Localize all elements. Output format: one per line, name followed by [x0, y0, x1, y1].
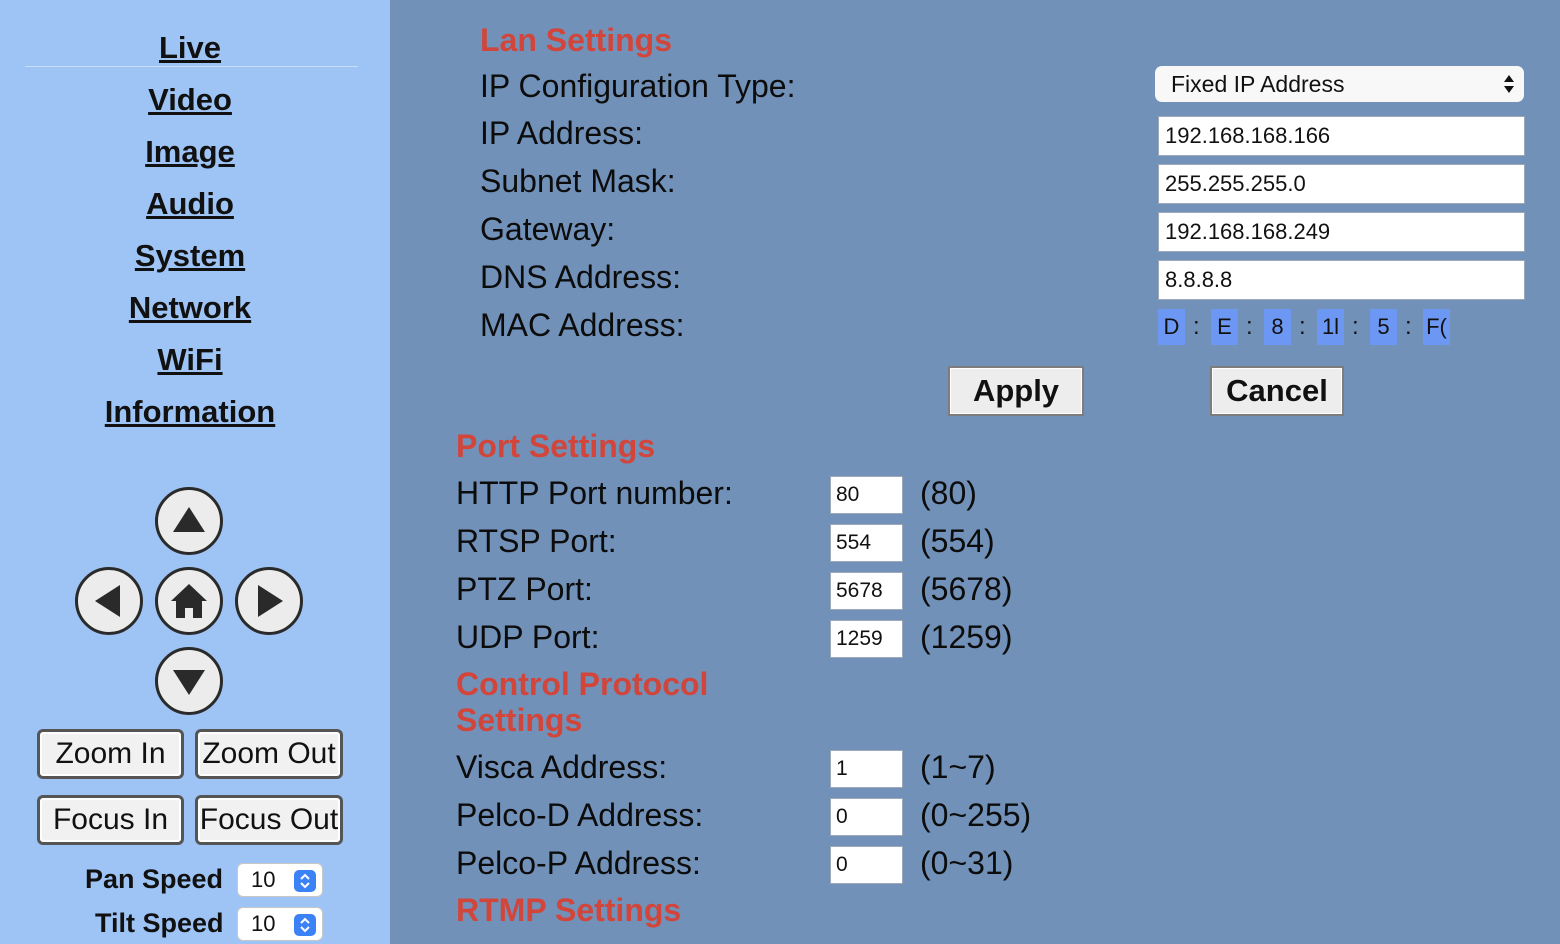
mac-segment-4[interactable]: 1l	[1317, 309, 1344, 345]
updown-arrows-icon	[294, 914, 316, 936]
ptz-home-button[interactable]	[155, 567, 223, 635]
dns-address-label: DNS Address:	[480, 259, 681, 295]
pan-speed-select[interactable]: 10	[237, 863, 323, 897]
nav-link-wifi[interactable]: WiFi	[0, 342, 380, 378]
ip-address-input[interactable]: 192.168.168.166	[1158, 116, 1525, 156]
mac-separator: :	[1193, 313, 1200, 340]
arrow-up-icon	[173, 507, 205, 532]
udp-port-hint: (1259)	[920, 619, 1013, 655]
arrow-right-icon	[258, 585, 283, 617]
mac-segment-3[interactable]: 8	[1264, 309, 1291, 345]
nav-link-network[interactable]: Network	[0, 290, 380, 326]
http-port-input[interactable]: 80	[830, 476, 903, 514]
udp-port-label: UDP Port:	[456, 619, 600, 655]
updown-arrows-icon	[1504, 75, 1514, 93]
nav-link-system[interactable]: System	[0, 238, 380, 274]
ptz-port-label: PTZ Port:	[456, 571, 593, 607]
http-port-hint: (80)	[920, 475, 977, 511]
ip-config-type-label: IP Configuration Type:	[480, 68, 796, 104]
pan-speed-label: Pan Speed	[85, 864, 224, 894]
focus-out-button[interactable]: Focus Out	[195, 795, 343, 845]
ptz-port-input[interactable]: 5678	[830, 572, 903, 610]
rtmp-settings-heading: RTMP Settings	[456, 892, 682, 928]
gateway-input[interactable]: 192.168.168.249	[1158, 212, 1525, 252]
zoom-in-button[interactable]: Zoom In	[37, 729, 184, 779]
pelco-d-address-hint: (0~255)	[920, 797, 1032, 833]
tilt-speed-value: 10	[251, 911, 276, 936]
ptz-down-button[interactable]	[155, 647, 223, 715]
ip-config-type-value: Fixed IP Address	[1171, 71, 1345, 97]
nav-link-image[interactable]: Image	[0, 134, 380, 170]
port-settings-heading: Port Settings	[456, 428, 656, 464]
subnet-mask-label: Subnet Mask:	[480, 163, 676, 199]
apply-button[interactable]: Apply	[948, 366, 1084, 416]
lan-settings-heading: Lan Settings	[480, 22, 673, 58]
focus-in-button[interactable]: Focus In	[37, 795, 184, 845]
rtsp-port-input[interactable]: 554	[830, 524, 903, 562]
subnet-mask-input[interactable]: 255.255.255.0	[1158, 164, 1525, 204]
udp-port-input[interactable]: 1259	[830, 620, 903, 658]
ptz-up-button[interactable]	[155, 487, 223, 555]
pelco-p-address-label: Pelco-P Address:	[456, 845, 701, 881]
mac-separator: :	[1299, 313, 1306, 340]
mac-separator: :	[1352, 313, 1359, 340]
arrow-left-icon	[95, 585, 120, 617]
nav-link-audio[interactable]: Audio	[0, 186, 380, 222]
ptz-right-button[interactable]	[235, 567, 303, 635]
mac-segment-6[interactable]: F(	[1423, 309, 1450, 345]
pan-speed-value: 10	[251, 867, 276, 892]
visca-address-label: Visca Address:	[456, 749, 668, 785]
pelco-d-address-input[interactable]: 0	[830, 798, 903, 836]
cancel-button[interactable]: Cancel	[1210, 366, 1344, 416]
visca-address-input[interactable]: 1	[830, 750, 903, 788]
home-icon	[171, 584, 207, 618]
control-protocol-heading-line1: Control Protocol	[456, 666, 709, 702]
pelco-d-address-label: Pelco-D Address:	[456, 797, 704, 833]
nav-link-information[interactable]: Information	[0, 394, 380, 430]
zoom-out-button[interactable]: Zoom Out	[195, 729, 343, 779]
sidebar: Live Video Image Audio System Network Wi…	[0, 0, 390, 944]
arrow-down-icon	[173, 670, 205, 695]
ip-config-type-select[interactable]: Fixed IP Address	[1155, 66, 1524, 102]
dns-address-input[interactable]: 8.8.8.8	[1158, 260, 1525, 300]
nav-divider	[25, 66, 358, 67]
rtsp-port-label: RTSP Port:	[456, 523, 617, 559]
mac-address-label: MAC Address:	[480, 307, 685, 343]
ptz-port-hint: (5678)	[920, 571, 1013, 607]
mac-segment-2[interactable]: E	[1211, 309, 1238, 345]
ip-address-label: IP Address:	[480, 115, 644, 151]
gateway-label: Gateway:	[480, 211, 616, 247]
ptz-left-button[interactable]	[75, 567, 143, 635]
nav-link-video[interactable]: Video	[0, 82, 380, 118]
visca-address-hint: (1~7)	[920, 749, 996, 785]
nav-link-live[interactable]: Live	[0, 30, 380, 66]
tilt-speed-select[interactable]: 10	[237, 907, 323, 941]
pelco-p-address-hint: (0~31)	[920, 845, 1014, 881]
control-protocol-heading-line2: Settings	[456, 702, 583, 738]
rtsp-port-hint: (554)	[920, 523, 995, 559]
pelco-p-address-input[interactable]: 0	[830, 846, 903, 884]
mac-segment-1[interactable]: D	[1158, 309, 1185, 345]
updown-arrows-icon	[294, 870, 316, 892]
mac-separator: :	[1405, 313, 1412, 340]
mac-segment-5[interactable]: 5	[1370, 309, 1397, 345]
http-port-label: HTTP Port number:	[456, 475, 733, 511]
tilt-speed-label: Tilt Speed	[95, 908, 224, 938]
mac-separator: :	[1246, 313, 1253, 340]
